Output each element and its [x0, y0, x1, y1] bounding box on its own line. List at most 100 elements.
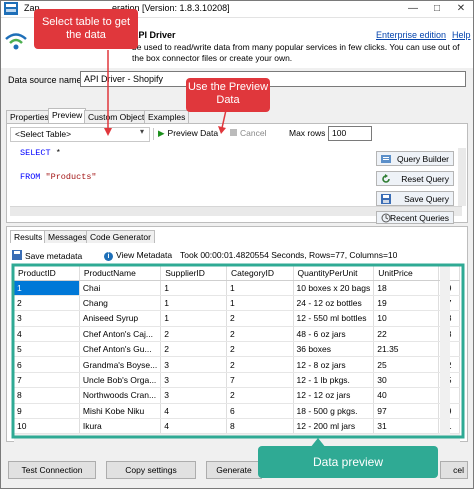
table-cell[interactable]: 12 - 8 oz jars [293, 356, 375, 373]
table-cell[interactable]: 1 [226, 280, 294, 296]
table-cell[interactable]: 3 [160, 356, 228, 373]
table-cell[interactable]: 2 [226, 310, 294, 327]
grid-vertical-scrollbar[interactable] [440, 266, 450, 434]
table-cell[interactable]: 10 [373, 310, 440, 327]
chevron-down-icon[interactable]: ▾ [140, 127, 144, 136]
max-rows-input[interactable]: 100 [328, 126, 372, 141]
table-cell[interactable]: 1 [14, 280, 80, 296]
select-table-dropdown[interactable]: <Select Table> [10, 127, 150, 142]
column-header[interactable]: UnitPrice [373, 266, 440, 281]
table-row[interactable]: 5Chef Anton's Gu...2236 boxes21.350 [14, 341, 460, 358]
table-cell[interactable]: 21.35 [373, 341, 440, 358]
editor-vertical-scrollbar[interactable] [458, 148, 466, 206]
save-query-button[interactable]: Save Query [376, 191, 454, 206]
table-cell[interactable]: Northwoods Cran... [79, 387, 162, 404]
table-cell[interactable]: 7 [14, 372, 80, 389]
copy-settings-button[interactable]: Copy settings [106, 461, 196, 479]
table-cell[interactable]: 18 - 500 g pkgs. [293, 403, 375, 420]
table-cell[interactable]: 4 [160, 418, 228, 434]
table-cell[interactable]: 22 [373, 326, 440, 343]
table-cell[interactable]: 18 [373, 280, 440, 296]
tab-preview[interactable]: Preview [48, 108, 87, 124]
table-cell[interactable]: 4 [14, 326, 80, 343]
table-cell[interactable]: Mishi Kobe Niku [79, 403, 162, 420]
table-cell[interactable]: 12 - 550 ml bottles [293, 310, 375, 327]
enterprise-edition-link[interactable]: Enterprise edition [376, 30, 446, 40]
close-icon[interactable]: ✕ [452, 1, 470, 16]
table-cell[interactable]: 12 - 1 lb pkgs. [293, 372, 375, 389]
table-cell[interactable]: 1 [160, 280, 228, 296]
table-cell[interactable]: 8 [226, 418, 294, 434]
table-cell[interactable]: 10 [14, 418, 80, 434]
table-cell[interactable]: 3 [160, 387, 228, 404]
column-header[interactable]: SupplierID [160, 266, 228, 281]
table-cell[interactable]: 2 [226, 326, 294, 343]
table-cell[interactable]: 30 [373, 372, 440, 389]
table-cell[interactable]: Chef Anton's Caj... [79, 326, 162, 343]
table-cell[interactable]: 2 [14, 295, 80, 312]
test-connection-button[interactable]: Test Connection [8, 461, 96, 479]
table-cell[interactable]: 97 [373, 403, 440, 420]
table-cell[interactable]: 5 [14, 341, 80, 358]
grid-horizontal-scrollbar[interactable] [14, 434, 460, 442]
table-cell[interactable]: 40 [373, 387, 440, 404]
table-cell[interactable]: 1 [226, 295, 294, 312]
table-cell[interactable]: 12 - 12 oz jars [293, 387, 375, 404]
preview-data-button[interactable]: ▶ Preview Data [158, 128, 218, 139]
minimize-button[interactable]: — [404, 1, 422, 16]
table-cell[interactable]: 6 [14, 356, 80, 373]
query-builder-button[interactable]: Query Builder [376, 151, 454, 166]
generate-button[interactable]: Generate [206, 461, 262, 479]
table-cell[interactable]: 6 [226, 403, 294, 420]
table-cell[interactable]: Ikura [79, 418, 162, 434]
table-cell[interactable]: 12 - 200 ml jars [293, 418, 375, 434]
recent-queries-button[interactable]: Recent Queries [376, 211, 454, 224]
column-header[interactable]: QuantityPerUnit [293, 266, 375, 281]
tab-results[interactable]: Results [10, 230, 47, 243]
help-link[interactable]: Help [452, 30, 471, 40]
table-cell[interactable]: Chai [79, 280, 162, 296]
table-cell[interactable]: 10 boxes x 20 bags [293, 280, 375, 296]
cancel-button[interactable]: cel [440, 461, 468, 479]
table-row[interactable]: 8Northwoods Cran...3212 - 12 oz jars406 [14, 387, 460, 404]
table-cell[interactable]: 2 [226, 387, 294, 404]
table-cell[interactable]: 19 [373, 295, 440, 312]
table-cell[interactable]: 2 [160, 341, 228, 358]
table-cell[interactable]: Aniseed Syrup [79, 310, 162, 327]
table-cell[interactable]: 1 [160, 310, 228, 327]
table-row[interactable]: 7Uncle Bob's Orga...3712 - 1 lb pkgs.301… [14, 372, 460, 389]
table-cell[interactable]: 3 [160, 372, 228, 389]
table-cell[interactable]: Chang [79, 295, 162, 312]
table-cell[interactable]: Chef Anton's Gu... [79, 341, 162, 358]
table-cell[interactable]: 4 [160, 403, 228, 420]
view-metadata-button[interactable]: i View Metadata [104, 250, 172, 261]
table-cell[interactable]: 8 [14, 387, 80, 404]
table-cell[interactable]: 36 boxes [293, 341, 375, 358]
table-cell[interactable]: 9 [14, 403, 80, 420]
table-cell[interactable]: 7 [226, 372, 294, 389]
table-cell[interactable]: 1 [160, 295, 228, 312]
table-row[interactable]: 4Chef Anton's Caj...2248 - 6 oz jars2253 [14, 326, 460, 343]
tab-custom-objects[interactable]: Custom Objects [84, 110, 153, 124]
reset-query-button[interactable]: Reset Query [376, 171, 454, 186]
tab-examples[interactable]: Examples [144, 110, 190, 124]
table-cell[interactable]: 24 - 12 oz bottles [293, 295, 375, 312]
table-row[interactable]: 3Aniseed Syrup1212 - 550 ml bottles1013 [14, 310, 460, 327]
table-row[interactable]: 2Chang1124 - 12 oz bottles1917 [14, 295, 460, 312]
column-header[interactable]: ProductID [14, 266, 80, 281]
datasource-name-input[interactable]: API Driver - Shopify [80, 71, 466, 87]
table-cell[interactable]: 48 - 6 oz jars [293, 326, 375, 343]
table-row[interactable]: 9Mishi Kobe Niku4618 - 500 g pkgs.9729 [14, 403, 460, 420]
table-cell[interactable]: 25 [373, 356, 440, 373]
sql-editor[interactable]: SELECT * FROM "Products" [10, 144, 370, 206]
cancel-preview-button[interactable]: Cancel [230, 128, 266, 138]
table-row[interactable]: 6Grandma's Boyse...3212 - 8 oz jars2512 [14, 356, 460, 373]
tab-code-generator[interactable]: Code Generator [86, 230, 155, 243]
tab-messages[interactable]: Messages [44, 230, 91, 243]
table-cell[interactable]: 2 [226, 356, 294, 373]
table-cell[interactable]: 2 [226, 341, 294, 358]
tab-properties[interactable]: Properties [6, 110, 53, 124]
table-cell[interactable]: Grandma's Boyse... [79, 356, 162, 373]
maximize-button[interactable]: □ [428, 1, 446, 16]
table-row[interactable]: 10Ikura4812 - 200 ml jars3131 [14, 418, 460, 434]
